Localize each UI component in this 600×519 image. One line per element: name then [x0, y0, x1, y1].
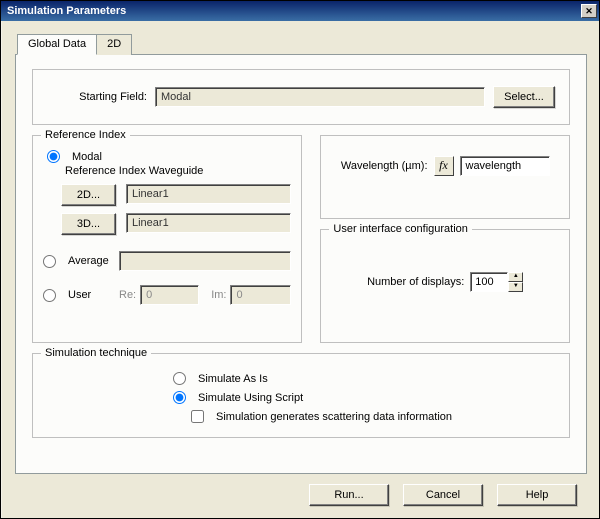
ref-modal-sublabel: Reference Index Waveguide [65, 165, 291, 177]
ref-modal-label: Modal [72, 151, 102, 163]
sim-scatter-label: Simulation generates scattering data inf… [216, 411, 452, 423]
ref-modal-block: Reference Index Waveguide 2D... Linear1 … [61, 165, 291, 235]
starting-field-label: Starting Field: [47, 91, 147, 103]
starting-field-value: Modal [155, 87, 485, 107]
displays-value[interactable]: 100 [470, 272, 508, 292]
wavelength-input[interactable]: wavelength [460, 156, 550, 176]
ref-average-value [119, 251, 291, 271]
tab-global-data[interactable]: Global Data [17, 34, 97, 55]
ref-modal-radio[interactable]: Modal [47, 150, 291, 163]
sim-technique-legend: Simulation technique [41, 347, 151, 359]
reference-index-legend: Reference Index [41, 129, 130, 141]
tab-page-global: Starting Field: Modal Select... Referenc… [15, 54, 587, 474]
wavelength-group: Wavelength (µm): fx wavelength [320, 135, 570, 219]
ref-average-label: Average [68, 255, 109, 267]
help-button[interactable]: Help [497, 484, 577, 506]
sim-script-radio[interactable]: Simulate Using Script [173, 391, 303, 404]
dialog-footer: Run... Cancel Help [15, 474, 587, 508]
run-button[interactable]: Run... [309, 484, 389, 506]
titlebar: Simulation Parameters ✕ [1, 1, 599, 21]
starting-field-row: Starting Field: Modal Select... [47, 86, 555, 108]
ref-user-radio-input[interactable] [43, 289, 56, 302]
select-starting-field-button[interactable]: Select... [493, 86, 555, 108]
uic-group: User interface configuration Number of d… [320, 229, 570, 343]
ref-user-label: User [68, 289, 91, 301]
sim-scatter-checkbox[interactable]: Simulation generates scattering data inf… [191, 410, 452, 423]
starting-field-group: Starting Field: Modal Select... [32, 69, 570, 125]
middle-columns: Reference Index Modal Reference Index Wa… [32, 135, 570, 343]
fx-button[interactable]: fx [434, 156, 454, 176]
sim-scatter-checkbox-input[interactable] [191, 410, 204, 423]
ref-user-re-value: 0 [140, 285, 199, 305]
displays-up-icon[interactable]: ▲ [508, 272, 523, 282]
ref-user-re-label: Re: [119, 289, 136, 301]
displays-stepper[interactable]: 100 ▲ ▼ [470, 272, 523, 292]
sim-as-is-label: Simulate As Is [198, 373, 268, 385]
displays-label: Number of displays: [367, 276, 464, 288]
ref-modal-radio-input[interactable] [47, 150, 60, 163]
uic-legend: User interface configuration [329, 223, 472, 235]
sim-script-radio-input[interactable] [173, 391, 186, 404]
ref-2d-button[interactable]: 2D... [61, 184, 116, 206]
wavelength-label: Wavelength (µm): [341, 160, 428, 172]
ref-average-radio-input[interactable] [43, 255, 56, 268]
ref-2d-value: Linear1 [126, 184, 291, 204]
tabstrip: Global Data 2D [17, 33, 587, 54]
sim-as-is-radio[interactable]: Simulate As Is [173, 372, 268, 385]
ref-user-im-value: 0 [230, 285, 291, 305]
sim-script-label: Simulate Using Script [198, 392, 303, 404]
close-icon[interactable]: ✕ [581, 4, 597, 18]
ref-user-im-label: Im: [211, 289, 226, 301]
ref-user-radio[interactable]: User [43, 289, 111, 302]
sim-as-is-radio-input[interactable] [173, 372, 186, 385]
ref-average-radio[interactable]: Average [43, 255, 111, 268]
displays-down-icon[interactable]: ▼ [508, 282, 523, 292]
reference-index-group: Reference Index Modal Reference Index Wa… [32, 135, 302, 343]
cancel-button[interactable]: Cancel [403, 484, 483, 506]
client-area: Global Data 2D Starting Field: Modal Sel… [1, 21, 599, 518]
sim-technique-group: Simulation technique Simulate As Is Simu… [32, 353, 570, 438]
ref-3d-button[interactable]: 3D... [61, 213, 116, 235]
window-title: Simulation Parameters [7, 5, 126, 17]
simulation-parameters-dialog: Simulation Parameters ✕ Global Data 2D S… [0, 0, 600, 519]
tab-2d[interactable]: 2D [96, 34, 132, 55]
ref-3d-value: Linear1 [126, 213, 291, 233]
